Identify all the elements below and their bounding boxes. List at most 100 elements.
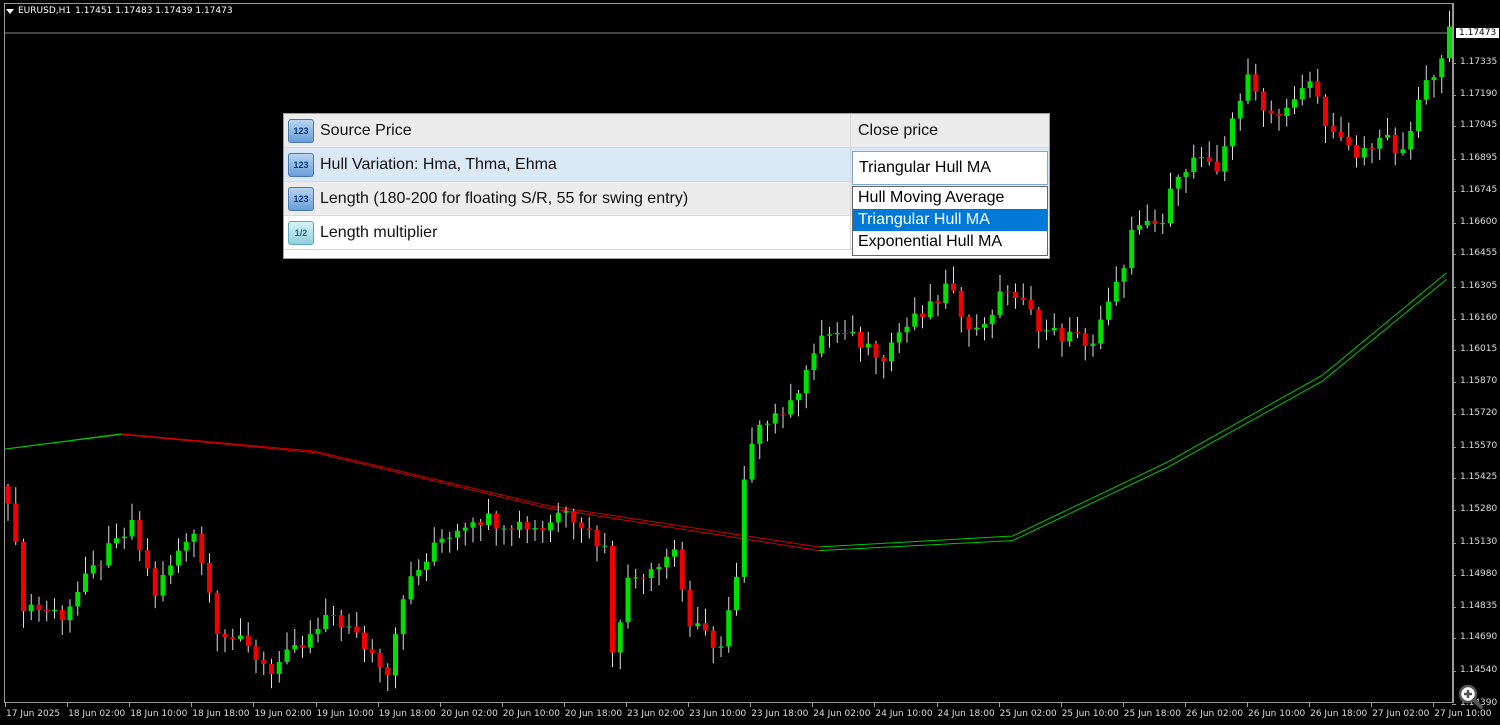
price-chart[interactable] [0,0,1452,703]
hull-ma-line-segment [1422,291,1432,299]
hull-ma-line-segment [547,507,556,510]
bear-candle [1005,291,1011,293]
bull-candle [1067,331,1073,342]
hull-ma-line-segment [1097,491,1106,496]
hull-ma-line-segment [1120,485,1129,490]
bull-candle [1106,301,1111,320]
option-exponential-hull-ma[interactable]: Exponential Hull MA [853,231,1047,253]
hull-ma-line-segment [531,503,540,507]
hull-ma-line-segment [524,499,533,503]
hull-ma-line-segment [531,501,540,505]
hull-ma-line-segment [1113,483,1122,489]
hull-ma-line-segment [1221,432,1230,438]
bull-candle [865,343,871,348]
bull-candle [896,332,902,343]
bull-candle [726,610,732,647]
hull-variation-select[interactable]: Triangular Hull MA [852,151,1048,185]
bear-candle [610,545,615,653]
hull-ma-line-segment [1128,476,1137,482]
time-tick [812,703,814,707]
hull-ma-line-segment [516,500,525,503]
bear-candle [1075,331,1080,334]
hull-ma-line-segment [469,487,478,490]
bear-candle [1338,132,1344,137]
hull-ma-line-segment [710,533,719,536]
bear-candle [687,589,693,627]
hull-ma-line-segment [795,542,804,546]
hull-ma-line-segment [1268,400,1277,406]
hull-ma-line-segment [686,529,695,532]
hull-ma-line-segment [43,442,52,445]
bear-candle [966,316,972,330]
bear-candle [1028,300,1034,310]
zoom-in-icon[interactable] [1457,683,1483,709]
bull-candle [1144,220,1150,226]
price-tick [1452,381,1456,383]
input-row-source-price[interactable]: 123 Source Price Close price [284,114,1049,148]
bull-candle [292,645,298,650]
hull-ma-line-segment [252,445,261,447]
time-tick [67,703,69,707]
hull-ma-line-segment [733,536,742,539]
hull-ma-line-segment [694,530,703,533]
bear-candle [338,615,344,628]
bull-candle [28,604,34,612]
time-tick [253,703,255,707]
hull-ma-line-segment [1151,465,1160,470]
hull-ma-line-segment [601,516,610,519]
hull-ma-line-segment [787,545,796,548]
time-tick [1433,703,1435,707]
hull-ma-line-segment [299,449,308,452]
bull-candle [176,550,181,566]
hull-ma-line-segment [1051,518,1060,523]
price-tick [1452,575,1456,577]
hull-ma-line-segment [500,494,509,498]
price-tick [1452,670,1456,672]
hull-ma-line-segment [477,490,486,494]
hull-ma-line-segment [795,546,804,549]
hull-ma-line-segment [1058,509,1067,515]
bull-candle [517,522,522,530]
bull-candle [114,538,119,544]
param-value[interactable]: Close price [858,122,938,140]
hull-ma-line-segment [772,539,781,542]
price-label: 1.17045 [1460,120,1498,131]
hull-ma-line-segment [291,448,300,451]
hull-ma-line-segment [1430,285,1440,293]
price-label: 1.14835 [1460,600,1498,611]
option-triangular-hull-ma[interactable]: Triangular Hull MA [853,209,1047,231]
price-label: 1.16455 [1460,248,1498,259]
hull-ma-line-segment [1082,498,1091,504]
hull-ma-line-segment [1229,422,1238,428]
hull-ma-line-segment [268,447,277,450]
option-hull-moving-average[interactable]: Hull Moving Average [853,187,1047,209]
bear-candle [509,528,515,530]
hull-ma-line-segment [562,507,571,510]
hull-ma-line-segment [462,485,471,488]
hull-ma-line-segment [1306,384,1315,391]
bear-candle [44,610,50,612]
hull-ma-line-segment [1275,396,1284,402]
bear-candle [230,637,236,640]
price-tick [1452,638,1456,640]
hull-ma-line-segment [1391,317,1401,325]
hull-ma-line-segment [717,534,726,537]
bull-candle [447,537,453,539]
hull-ma-line-segment [1244,413,1253,420]
bear-candle [59,609,65,621]
hull-ma-line-segment [1283,397,1292,404]
hull-ma-line-segment [1407,298,1416,306]
bull-candle [741,479,747,577]
hull-ma-line-segment [1198,445,1207,451]
hull-ma-line-segment [648,520,657,523]
hull-ma-line-segment [609,514,618,517]
bear-candle [331,614,336,616]
bear-candle [1315,81,1321,97]
time-tick [936,703,938,707]
bull-candle [67,606,73,621]
bear-candle [199,533,205,563]
price-label: 1.15130 [1460,536,1498,547]
bull-candle [408,576,414,600]
hull-ma-line-segment [1089,499,1098,505]
hull-ma-line-segment [710,529,719,533]
